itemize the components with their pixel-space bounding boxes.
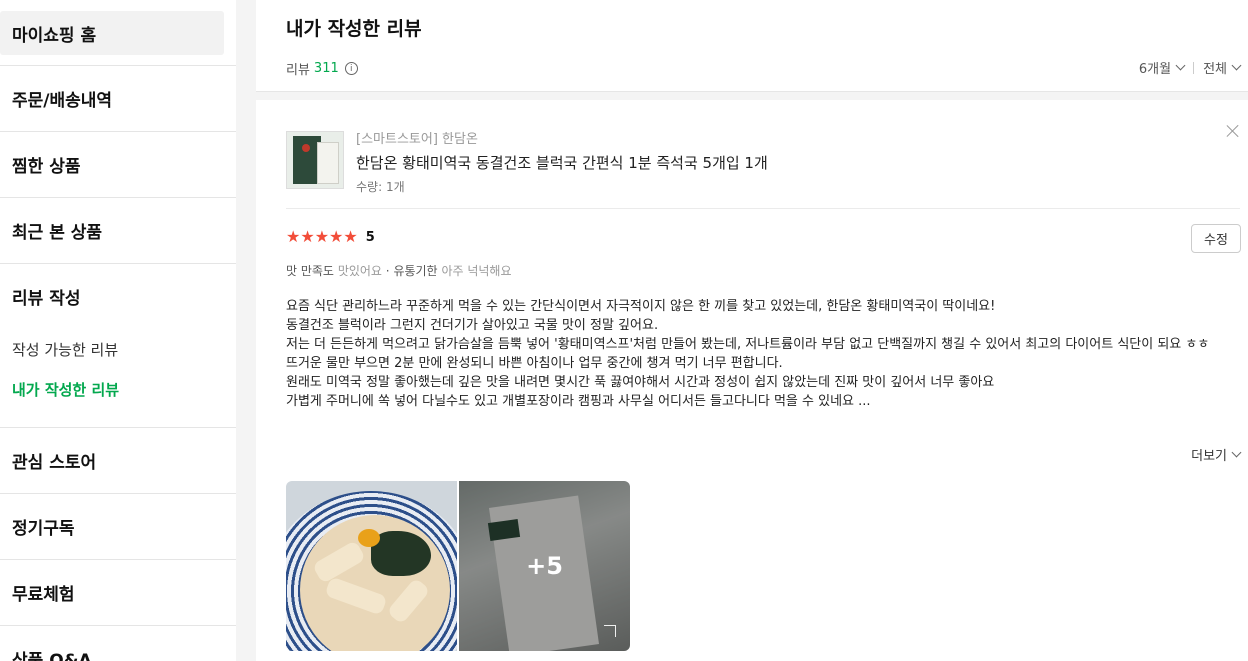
chevron-down-icon: [1231, 60, 1242, 71]
period-filter-label: 6개월: [1138, 62, 1172, 77]
page-header: 내가 작성한 리뷰 리뷰 311 i 6개월 전체: [256, 0, 1248, 92]
sidebar-section-wish: 찜한 상품: [0, 132, 236, 198]
sidebar: 마이쇼핑 홈 주문/배송내역 찜한 상품 최근 본 상품 리뷰 작성 작성 가능…: [0, 0, 236, 661]
thumbnail-block: [317, 142, 339, 184]
review-line: 가볍게 주머니에 쏙 넣어 다닐수도 있고 개별포장이라 캠핑과 사무실 어디서…: [286, 394, 871, 409]
sidebar-item-stores[interactable]: 관심 스토어: [0, 428, 236, 493]
sidebar-gutter: [236, 0, 256, 661]
thumbnail-logo: [302, 144, 310, 152]
card-divider: [286, 208, 1240, 209]
sidebar-section-qna: 상품 Q&A: [0, 626, 236, 661]
review-line: 저는 더 든든하게 먹으려고 닭가슴살을 듬뿍 넣어 '황태미역스프'처럼 만들…: [286, 337, 1210, 352]
review-count: 리뷰 311 i: [286, 59, 358, 78]
chevron-down-icon: [1231, 447, 1242, 458]
review-line: 뜨거운 물만 부으면 2분 만에 완성되니 바쁜 아침이나 업무 중간에 챙겨 …: [286, 356, 783, 371]
review-photo-more[interactable]: +5: [459, 481, 630, 651]
chevron-down-icon: [1175, 60, 1186, 71]
review-line: 요즘 식단 관리하느라 꾸준하게 먹을 수 있는 간단식이면서 자극적이지 않은…: [286, 299, 996, 314]
filter-bar: 6개월 전체: [1138, 58, 1242, 77]
sidebar-section-trial: 무료체험: [0, 560, 236, 626]
more-photos-count: +5: [526, 552, 563, 580]
info-icon[interactable]: i: [344, 62, 358, 75]
main-content: 내가 작성한 리뷰 리뷰 311 i 6개월 전체 [스마트스토어] 한담온 한…: [256, 0, 1248, 661]
review-card: [스마트스토어] 한담온 한담온 황태미역국 동결건조 블럭국 간편식 1분 즉…: [256, 100, 1248, 661]
product-thumbnail[interactable]: [286, 131, 344, 189]
product-text: [스마트스토어] 한담온 한담온 황태미역국 동결건조 블럭국 간편식 1분 즉…: [356, 131, 768, 195]
product-info[interactable]: [스마트스토어] 한담온 한담온 황태미역국 동결건조 블럭국 간편식 1분 즉…: [286, 131, 768, 195]
sidebar-section-home: 마이쇼핑 홈: [0, 11, 236, 66]
photo-seaweed: [371, 531, 431, 576]
more-label: 더보기: [1191, 449, 1227, 464]
sidebar-section-subscribe: 정기구독: [0, 494, 236, 560]
tag-expiry-value: 아주 넉넉해요: [441, 264, 512, 278]
sidebar-section-stores: 관심 스토어: [0, 428, 236, 494]
review-count-number: 311: [313, 61, 339, 76]
section-divider: [256, 92, 1248, 100]
review-photos: +5: [286, 481, 630, 651]
expand-icon[interactable]: [604, 625, 616, 637]
sidebar-item-subscribe[interactable]: 정기구독: [0, 494, 236, 559]
type-filter-label: 전체: [1203, 62, 1227, 77]
rating: ★★★★★ 5: [286, 229, 375, 245]
sidebar-subitem-review-mine[interactable]: 내가 작성한 리뷰: [0, 369, 236, 409]
filter-divider: [1193, 61, 1195, 74]
period-filter[interactable]: 6개월: [1138, 58, 1186, 77]
product-name[interactable]: 한담온 황태미역국 동결건조 블럭국 간편식 1분 즉석국 5개입 1개: [356, 152, 768, 173]
close-icon[interactable]: [1226, 124, 1240, 138]
tag-taste-label: 맛 만족도: [286, 264, 334, 278]
sidebar-section-orders: 주문/배송내역: [0, 66, 236, 132]
sidebar-item-orders[interactable]: 주문/배송내역: [0, 66, 236, 131]
sidebar-item-home[interactable]: 마이쇼핑 홈: [0, 11, 224, 55]
sidebar-section-review: 리뷰 작성 작성 가능한 리뷰 내가 작성한 리뷰: [0, 264, 236, 428]
product-quantity: 수량: 1개: [356, 180, 405, 194]
sidebar-item-trial[interactable]: 무료체험: [0, 560, 236, 625]
sidebar-item-qna[interactable]: 상품 Q&A: [0, 626, 236, 661]
sidebar-item-wish[interactable]: 찜한 상품: [0, 132, 236, 197]
sidebar-subitem-review-available[interactable]: 작성 가능한 리뷰: [0, 329, 236, 369]
tag-expiry-label: 유통기한: [393, 264, 438, 278]
review-tags: 맛 만족도 맛있어요 · 유통기한 아주 넉넉해요: [286, 262, 512, 279]
review-body: 요즘 식단 관리하느라 꾸준하게 먹을 수 있는 간단식이면서 자극적이지 않은…: [286, 297, 1242, 411]
photo-egg: [358, 529, 380, 547]
review-photo[interactable]: [286, 481, 457, 651]
edit-button[interactable]: 수정: [1191, 224, 1241, 253]
star-icon: ★★★★★: [286, 227, 358, 246]
product-store: [스마트스토어] 한담온: [356, 132, 478, 147]
review-line: 동결건조 블럭이라 그런지 건더기가 살아있고 국물 맛이 정말 깊어요.: [286, 318, 659, 333]
rating-score: 5: [365, 229, 375, 245]
review-line: 원래도 미역국 정말 좋아했는데 깊은 맛을 내려면 몇시간 푹 끓여야해서 시…: [286, 375, 995, 390]
sidebar-item-review[interactable]: 리뷰 작성: [0, 264, 236, 329]
more-button[interactable]: 더보기: [1191, 445, 1242, 464]
type-filter[interactable]: 전체: [1203, 58, 1242, 77]
page-title: 내가 작성한 리뷰: [286, 18, 422, 40]
review-count-label: 리뷰: [286, 63, 310, 78]
sidebar-section-recent: 최근 본 상품: [0, 198, 236, 264]
sidebar-item-recent[interactable]: 최근 본 상품: [0, 198, 236, 263]
tag-separator: ·: [381, 264, 394, 278]
tag-taste-value: 맛있어요: [337, 264, 382, 278]
